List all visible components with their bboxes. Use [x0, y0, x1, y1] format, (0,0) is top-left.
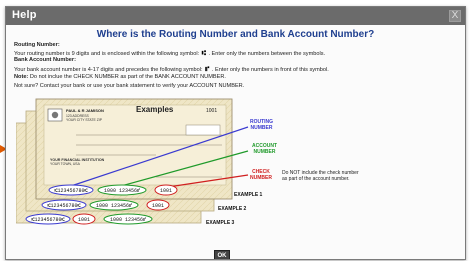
- example-1-label: EXAMPLE 1: [234, 192, 263, 198]
- routing-symbol-icon: ⑆: [201, 50, 206, 57]
- note-label: Note:: [14, 74, 29, 80]
- check-number-note: Do NOT include the check number as part …: [282, 170, 359, 182]
- micr-2-routing-text: ⑆123456780⑆: [47, 203, 80, 209]
- micr-3-routing-text: ⑆123456780⑆: [31, 217, 64, 223]
- payer-address2: YOUR CITY STATE ZIP: [66, 118, 103, 122]
- micr-3-check-text: 1001: [78, 217, 90, 223]
- dialog-title: Help: [12, 9, 37, 21]
- routing-number-label: ROUTING NUMBER: [250, 119, 273, 131]
- routing-label-line2: NUMBER: [250, 125, 273, 131]
- payer-name: PAUL & R JAMISON: [66, 108, 104, 113]
- dialog-heading: Where is the Routing Number and Bank Acc…: [96, 29, 375, 40]
- micr-1-check-text: 1001: [160, 188, 172, 194]
- account-symbol-icon: ⑈: [205, 66, 210, 73]
- example-3-label: EXAMPLE 3: [206, 220, 235, 226]
- account-text-a: Your bank account number is 4-17 digits …: [14, 66, 203, 73]
- account-number-label: ACCOUNT NUMBER: [252, 143, 277, 155]
- dialog-titlebar: Help X: [6, 7, 465, 25]
- micr-2-account-text: 1000 123456⑈: [96, 203, 132, 209]
- memo-city: YOUR TOWN, USA: [50, 162, 81, 166]
- check-label-line2: NUMBER: [250, 175, 272, 181]
- micr-1-account-text: 1000 123456⑈: [104, 188, 140, 194]
- checks-graphic: ⑆123456780⑆ 1000 123456⑈ 1001 ⑆123456780…: [16, 98, 249, 225]
- check-number-top: 1001: [206, 108, 217, 114]
- routing-heading: Routing Number:: [14, 42, 60, 48]
- micr-2-check-text: 1001: [152, 203, 164, 209]
- ok-button[interactable]: OK: [214, 250, 230, 259]
- close-button[interactable]: X: [449, 10, 461, 22]
- micr-3-account-text: 1000 123456⑈: [110, 217, 146, 223]
- account-label-line2: NUMBER: [253, 149, 276, 155]
- account-text-b: . Enter only the numbers in front of thi…: [211, 66, 329, 73]
- routing-text-b: . Enter only the numbers between the sym…: [208, 50, 326, 57]
- example-2-label: EXAMPLE 2: [218, 206, 247, 212]
- examples-title: Examples: [136, 105, 174, 114]
- check-number-label: CHECK NUMBER: [250, 169, 272, 181]
- help-dialog: Help X Where is the Routing Number and B…: [5, 6, 466, 260]
- note-text: Do not inclue the CHECK NUMBER as part o…: [29, 74, 226, 80]
- not-sure-text: Not sure? Contact your bank or use your …: [14, 83, 245, 89]
- micr-1-routing-text: ⑆123456780⑆: [54, 188, 87, 194]
- check-note-line2: as part of the account number.: [282, 176, 350, 182]
- note-line: Note: Do not inclue the CHECK NUMBER as …: [14, 74, 226, 81]
- account-description: Your bank account number is 4-17 digits …: [14, 66, 329, 74]
- payer-logo-mark: [51, 111, 59, 119]
- account-heading: Bank Account Number:: [14, 57, 76, 63]
- close-icon: X: [451, 10, 459, 21]
- check-illustration: ⑆123456780⑆ 1000 123456⑈ 1001 ⑆123456780…: [16, 91, 456, 239]
